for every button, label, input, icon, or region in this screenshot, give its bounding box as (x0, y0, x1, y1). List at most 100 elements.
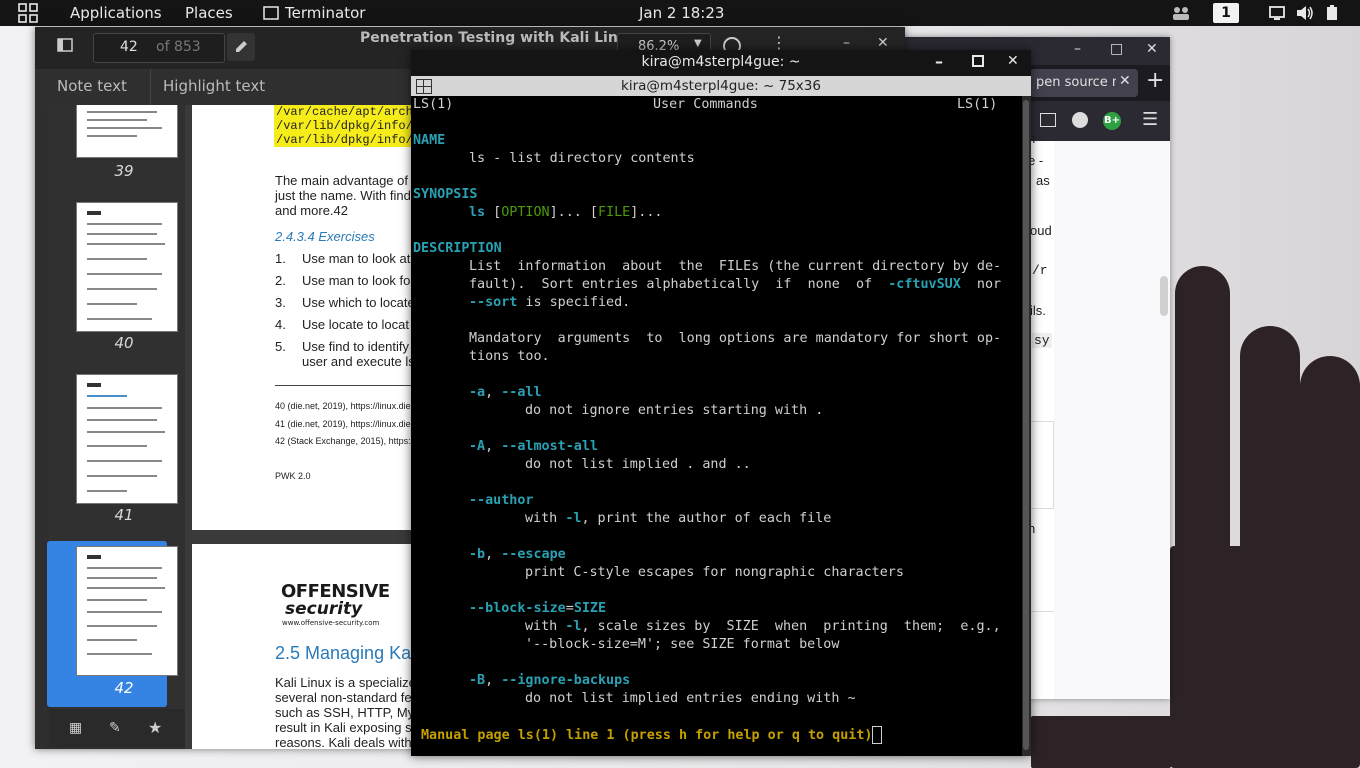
page-thumbnail[interactable] (76, 105, 178, 158)
option-flags: -B, --ignore-backups (469, 672, 630, 690)
page-footer: PWK 2.0 (275, 471, 311, 481)
exercise-text: Use man to look for a (302, 273, 426, 288)
active-app-label[interactable]: Terminator (285, 4, 365, 22)
close-icon[interactable]: ✕ (1146, 41, 1158, 57)
annotations-icon[interactable]: ✎ (109, 720, 121, 736)
close-icon[interactable]: ✕ (877, 35, 889, 51)
footnote: 42 (Stack Exchange, 2015), https:// (275, 436, 416, 446)
paragraph-line: result in Kali exposing s (275, 720, 412, 735)
synopsis-bracket: ]... [ (549, 205, 598, 220)
paragraph-line: such as SSH, HTTP, MyS (275, 705, 423, 720)
display-icon[interactable] (1269, 6, 1285, 24)
description-line: --sort is specified. (469, 294, 630, 312)
thumbnail-page-number: 41 (114, 506, 134, 524)
hamburger-menu-icon[interactable]: ☰ (1142, 111, 1158, 129)
extension-icon[interactable]: B+ (1103, 112, 1121, 130)
option-short: -B (469, 673, 486, 688)
page-text-fragment: as (1036, 173, 1050, 188)
description-flag: --sort (469, 295, 518, 310)
option-desc-flag: -l (565, 619, 582, 634)
page-number-input[interactable]: 42 (120, 39, 138, 55)
terminal-scrollbar[interactable] (1022, 96, 1031, 756)
option-description: do not list implied . and .. (525, 457, 751, 472)
browser-scrollbar[interactable] (1160, 276, 1168, 316)
close-icon[interactable]: ✕ (1007, 53, 1019, 69)
option-flags: -b, --escape (469, 546, 566, 564)
man-header-left: LS(1) (413, 97, 454, 112)
option-sep: , (485, 439, 502, 454)
bookmarks-icon[interactable]: ★ (148, 718, 162, 737)
exercise-text: Use man to look at th (302, 251, 425, 266)
app-grid-icon[interactable] (18, 3, 38, 27)
thumbnails-icon[interactable]: ▦ (69, 720, 82, 736)
terminal-tab-title[interactable]: kira@m4sterpl4gue: ~ 75x36 (411, 78, 1031, 94)
terminator-window: kira@m4sterpl4gue: ~ – ✕ kira@m4sterpl4g… (411, 50, 1031, 756)
wallpaper-shape (1031, 716, 1171, 768)
new-tab-icon[interactable]: + (1146, 69, 1164, 93)
people-icon[interactable] (1172, 5, 1190, 25)
option-short: -b (469, 547, 486, 562)
mandatory-line: Mandatory arguments to long options are … (469, 331, 1002, 346)
option-flags: -A, --almost-all (469, 438, 598, 456)
wallpaper-shape (1175, 266, 1230, 586)
logo-url: www.offensive-security.com (282, 619, 380, 627)
browser-tab[interactable]: pen source n ✕ (1030, 69, 1138, 97)
option-desc-text: with (525, 619, 566, 634)
edit-pencil-icon[interactable] (227, 33, 255, 61)
option-desc-text: , print the author of each file (581, 511, 832, 526)
reader-view-icon[interactable] (1040, 113, 1056, 127)
exercise-number: 1. (275, 251, 286, 266)
option-desc-flag: -l (565, 511, 582, 526)
browser-tab-title: pen source n (1036, 75, 1116, 90)
note-text-button[interactable]: Note text (57, 77, 127, 95)
scrollbar-thumb[interactable] (1023, 100, 1029, 750)
volume-icon[interactable] (1296, 5, 1314, 25)
page-total-label: of 853 (156, 39, 201, 55)
chevron-down-icon[interactable]: ▼ (694, 38, 702, 49)
maximize-icon[interactable]: □ (1110, 41, 1123, 57)
page-thumbnail[interactable] (76, 202, 178, 332)
workspace-indicator[interactable]: 1 (1213, 3, 1239, 23)
sidebar-toggle-icon[interactable] (57, 37, 73, 57)
synopsis-bracket: ]... (630, 205, 663, 220)
exercise-text: Use locate to locat (302, 317, 409, 332)
tab-close-icon[interactable]: ✕ (1119, 73, 1131, 89)
page-box (1030, 421, 1054, 509)
page-number-field[interactable]: 42 of 853 (93, 33, 225, 63)
maximize-icon[interactable] (972, 55, 984, 67)
page-thumbnail[interactable] (76, 374, 178, 504)
option-description: with -l, scale sizes by SIZE when printi… (525, 618, 1001, 636)
man-header-center: User Commands (653, 97, 758, 112)
description-text: nor (960, 277, 1002, 292)
minimize-icon[interactable]: – (935, 52, 943, 71)
places-menu[interactable]: Places (185, 4, 233, 22)
option-short: -A (469, 439, 486, 454)
option-long: --ignore-backups (501, 673, 631, 688)
highlight-text-button[interactable]: Highlight text (163, 77, 265, 95)
exercises-heading: 2.4.3.4 Exercises (275, 229, 375, 244)
section-heading: 2.5 Managing Ka (275, 643, 412, 663)
page-thumbnail[interactable] (76, 546, 178, 676)
option-eq: = (565, 601, 574, 616)
option-description: with -l, print the author of each file (525, 510, 831, 528)
synopsis-file: FILE (598, 205, 631, 220)
applications-menu[interactable]: Applications (70, 4, 162, 22)
terminal-screen[interactable]: LS(1) User Commands LS(1) NAME ls - list… (411, 96, 1023, 756)
terminal-cursor (872, 726, 883, 744)
clock[interactable]: Jan 2 18:23 (639, 4, 724, 22)
option-description: do not list implied entries ending with … (525, 691, 856, 706)
minimize-icon[interactable]: – (843, 35, 850, 51)
exercise-text: Use find to identify (302, 339, 409, 354)
pager-status-text: Manual page ls(1) line 1 (press h for he… (421, 728, 873, 743)
exercise-number: 2. (275, 273, 286, 288)
thumbnail-page-number: 39 (114, 162, 134, 180)
minimize-icon[interactable]: – (1074, 41, 1081, 57)
page-text-fragment: sy (1032, 333, 1052, 348)
offensive-security-logo: security (285, 599, 363, 619)
option-long: --all (501, 385, 542, 400)
option-sep: , (485, 673, 502, 688)
description-heading: DESCRIPTION (413, 241, 502, 256)
battery-icon[interactable] (1326, 5, 1338, 25)
paragraph-line: The main advantage of f (275, 173, 416, 188)
account-icon[interactable] (1072, 112, 1088, 128)
